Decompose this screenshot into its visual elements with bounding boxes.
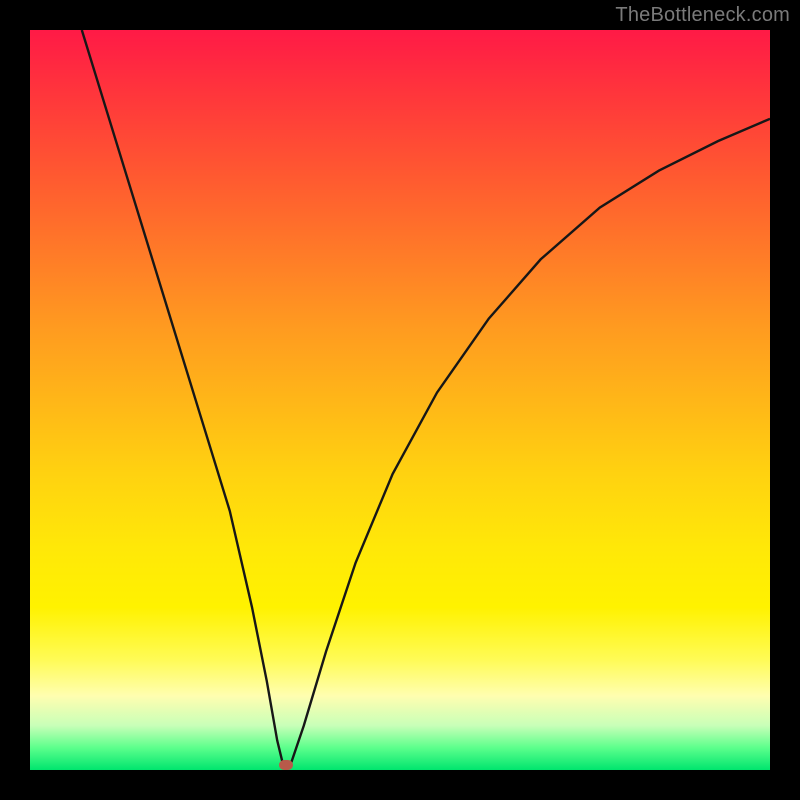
chart-frame: TheBottleneck.com — [0, 0, 800, 800]
optimum-marker — [279, 760, 293, 770]
plot-area — [30, 30, 770, 770]
watermark-text: TheBottleneck.com — [615, 4, 790, 27]
curve-svg — [30, 30, 770, 770]
bottleneck-curve — [82, 30, 770, 765]
